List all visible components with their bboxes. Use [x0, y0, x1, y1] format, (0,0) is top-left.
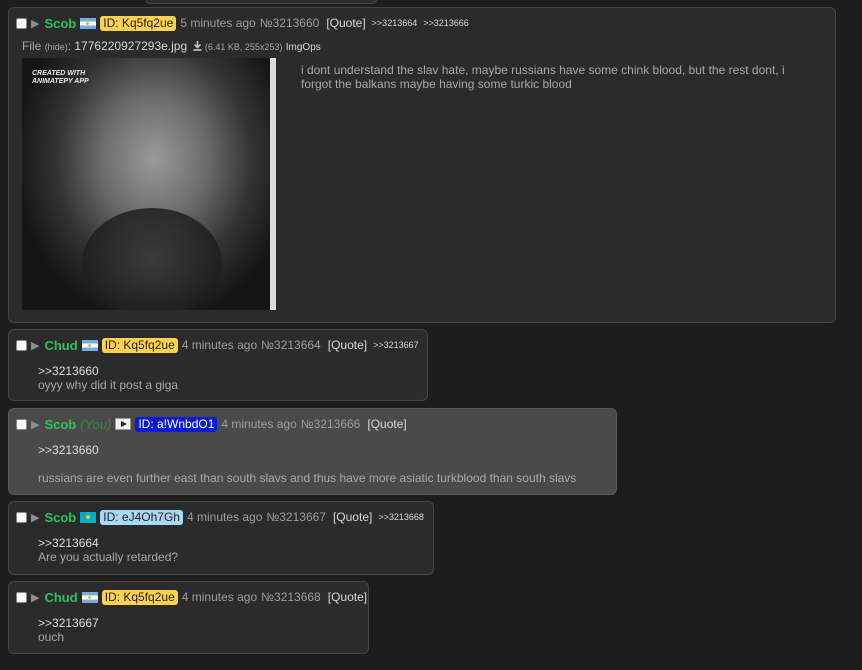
post-3213664: ▶ Chud ID: Kq5fq2ue 4 minutes ago №32136… [8, 329, 428, 401]
image-edge [270, 58, 276, 310]
quotelink[interactable]: >>3213664 [38, 536, 178, 550]
expand-triangle-icon[interactable]: ▶ [31, 511, 39, 524]
quote-link[interactable]: [Quote] [328, 590, 367, 604]
argentina-flag-icon [81, 339, 98, 351]
expand-triangle-icon[interactable]: ▶ [31, 591, 39, 604]
argentina-flag-icon [80, 17, 97, 29]
reply-link[interactable]: >>3213668 [378, 512, 424, 522]
you-tag: (You) [80, 416, 112, 432]
post-number[interactable]: №3213664 [261, 338, 321, 352]
post-image-thumbnail[interactable]: CREATED WITH ANIMATEPY APP [22, 58, 276, 310]
imgops-link[interactable]: ImgOps [286, 42, 321, 53]
post-header: ▶ Chud ID: Kq5fq2ue 4 minutes ago №32136… [16, 588, 367, 606]
file-meta: (6.41 KB, 255x253) [204, 42, 283, 52]
poster-name: Scob [44, 509, 77, 525]
quote-link[interactable]: [Quote] [326, 16, 365, 30]
post-checkbox[interactable] [16, 339, 27, 351]
play-icon [115, 418, 132, 430]
post-time: 4 minutes ago [181, 338, 258, 352]
post-message: Are you actually retarded? [38, 550, 179, 564]
post-3213667: ▶ Scob ID: eJ4Oh7Gh 4 minutes ago №32136… [8, 501, 434, 575]
quote-link[interactable]: [Quote] [328, 338, 367, 352]
file-info: File (hide): 1776220927293e.jpg (6.41 KB… [22, 39, 321, 53]
post-checkbox[interactable] [16, 511, 27, 523]
post-message: oyyy why did it post a giga [38, 378, 179, 392]
reply-link[interactable]: >>3213664 [372, 18, 418, 28]
poster-id[interactable]: ID: Kq5fq2ue [101, 589, 178, 605]
argentina-flag-icon [81, 591, 98, 603]
post-time: 5 minutes ago [180, 16, 256, 30]
post-number[interactable]: №3213666 [301, 417, 361, 431]
poster-name: Chud [44, 337, 78, 353]
quote-link[interactable]: [Quote] [333, 510, 372, 524]
post-number[interactable]: №3213668 [261, 590, 321, 604]
image-watermark: CREATED WITH ANIMATEPY APP [32, 70, 89, 85]
post-checkbox[interactable] [16, 17, 27, 29]
post-header: ▶ Scob (You) ID: a!WnbdO1 4 minutes ago … [16, 415, 407, 433]
hide-file-link[interactable]: (hide) [45, 42, 68, 52]
post-header: ▶ Scob ID: Kq5fq2ue 5 minutes ago №32136… [16, 14, 469, 32]
post-message: russians are even further east than sout… [38, 471, 577, 485]
poster-id[interactable]: ID: eJ4Oh7Gh [100, 509, 183, 525]
previous-post-edge [145, 0, 377, 4]
file-label: File [22, 39, 42, 53]
post-message: ouch [38, 630, 65, 644]
download-icon[interactable] [193, 41, 202, 51]
post-3213668: ▶ Chud ID: Kq5fq2ue 4 minutes ago №32136… [8, 581, 369, 654]
poster-name: Chud [44, 589, 78, 605]
post-time: 4 minutes ago [221, 417, 297, 431]
expand-triangle-icon[interactable]: ▶ [31, 418, 39, 431]
post-message: i dont understand the slav hate, maybe r… [301, 63, 785, 91]
post-3213660: ▶ Scob ID: Kq5fq2ue 5 minutes ago №32136… [8, 7, 836, 323]
post-checkbox[interactable] [16, 418, 27, 430]
poster-id[interactable]: ID: Kq5fq2ue [100, 15, 177, 31]
post-3213666: ▶ Scob (You) ID: a!WnbdO1 4 minutes ago … [8, 408, 617, 495]
quotelink[interactable]: >>3213667 [38, 616, 99, 630]
post-number[interactable]: №3213667 [266, 510, 326, 524]
poster-id[interactable]: ID: a!WnbdO1 [135, 416, 218, 432]
expand-triangle-icon[interactable]: ▶ [31, 17, 39, 30]
file-name-link[interactable]: 1776220927293e.jpg [74, 39, 187, 53]
post-body: >>3213660 russians are even further east… [38, 443, 576, 485]
post-header: ▶ Scob ID: eJ4Oh7Gh 4 minutes ago №32136… [16, 508, 424, 526]
post-body: >>3213664 Are you actually retarded? [38, 536, 178, 564]
post-body: >>3213667 ouch [38, 616, 99, 644]
post-time: 4 minutes ago [186, 510, 263, 524]
reply-link[interactable]: >>3213666 [423, 18, 469, 28]
expand-triangle-icon[interactable]: ▶ [31, 339, 39, 352]
quotelink[interactable]: >>3213660 [38, 364, 178, 378]
post-body: >>3213660 oyyy why did it post a giga [38, 364, 178, 392]
reply-link[interactable]: >>3213667 [373, 340, 419, 350]
kazakhstan-flag-icon [80, 511, 97, 523]
poster-id[interactable]: ID: Kq5fq2ue [101, 337, 178, 353]
poster-name: Scob [44, 416, 77, 432]
quote-link[interactable]: [Quote] [367, 417, 406, 431]
post-number[interactable]: №3213660 [260, 16, 320, 30]
post-checkbox[interactable] [16, 591, 27, 603]
quotelink[interactable]: >>3213660 [38, 443, 576, 457]
image-shading [82, 208, 222, 310]
post-time: 4 minutes ago [181, 590, 258, 604]
poster-name: Scob [44, 15, 77, 31]
post-header: ▶ Chud ID: Kq5fq2ue 4 minutes ago №32136… [16, 336, 419, 354]
